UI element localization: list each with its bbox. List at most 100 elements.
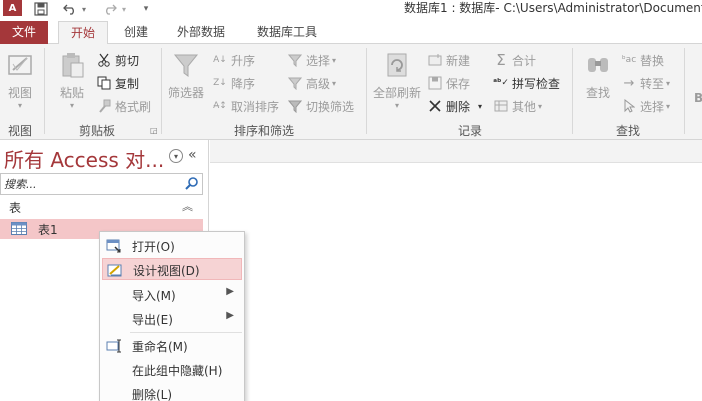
find-button[interactable]: 查找	[578, 48, 618, 101]
format-painter-icon	[96, 98, 112, 114]
redo-icon[interactable]	[102, 0, 118, 18]
format-painter-button[interactable]: 格式刷	[96, 96, 151, 116]
clipboard-dialog-launcher-icon[interactable]: ◲	[150, 126, 158, 135]
sort-ascending-label: 升序	[231, 53, 256, 68]
select-label: 选择	[640, 99, 665, 114]
context-menu-separator	[130, 332, 242, 333]
access-app-icon[interactable]: A	[3, 0, 22, 16]
goto-button[interactable]: → 转至 ▾	[621, 73, 670, 93]
tab-external-data[interactable]: 外部数据	[168, 21, 234, 44]
design-view-icon	[107, 264, 122, 277]
nav-pane-collapse-icon[interactable]: «	[188, 147, 197, 163]
undo-icon[interactable]	[62, 0, 78, 18]
toggle-filter-button[interactable]: 切换筛选	[287, 96, 354, 116]
refresh-all-button[interactable]: 全部刷新 ▾	[372, 48, 422, 110]
paste-button[interactable]: 粘贴 ▾	[52, 48, 92, 110]
more-dropdown-icon: ▾	[538, 101, 543, 111]
cut-button[interactable]: 剪切	[96, 50, 139, 70]
filter-button[interactable]: 筛选器	[166, 48, 206, 101]
save-record-button[interactable]: 保存	[427, 73, 470, 93]
filter-button-label: 筛选器	[167, 86, 204, 100]
scissors-icon	[96, 52, 112, 68]
save-icon[interactable]	[33, 0, 49, 18]
ribbon: 视图 ▾ 视图 粘贴 ▾ 剪切 复制 格式刷 剪贴板 ◲ 筛选器 A↓ 升序 Z…	[0, 44, 702, 140]
collapse-group-chevron-icon[interactable]: ︽	[182, 198, 193, 214]
context-menu-label: 导出(E)	[132, 313, 173, 327]
paste-dropdown-icon: ▾	[69, 101, 74, 110]
refresh-icon	[387, 53, 407, 77]
open-table-icon	[106, 239, 121, 253]
redo-dropdown-icon[interactable]: ▾	[120, 0, 128, 18]
group-separator	[44, 48, 45, 134]
selection-filter-dropdown-icon: ▾	[332, 55, 337, 65]
search-icon[interactable]	[184, 176, 200, 192]
new-record-icon	[427, 52, 443, 68]
binoculars-icon	[588, 58, 608, 72]
spelling-check-icon: ᵃᵇ✓	[493, 78, 509, 88]
nav-group-header-tables[interactable]: 表 ︽	[0, 198, 203, 216]
new-record-label: 新建	[446, 53, 471, 68]
group-label-records: 记录	[457, 124, 482, 138]
toggle-filter-label: 切换筛选	[306, 99, 355, 114]
view-button[interactable]: 视图 ▾	[0, 48, 40, 110]
sort-descending-button[interactable]: Z↓ 降序	[212, 73, 255, 93]
remove-sort-label: 取消排序	[231, 99, 280, 114]
more-records-button[interactable]: 其他 ▾	[493, 96, 542, 116]
nav-pane-menu-chevron-icon[interactable]: ▾	[169, 149, 183, 163]
group-separator	[684, 48, 685, 134]
title-bar: A ▾ ▾ ▾ 数据库1 : 数据库- C:\Users\Administrat…	[0, 0, 702, 18]
save-record-icon	[427, 75, 443, 91]
undo-dropdown-icon[interactable]: ▾	[80, 0, 88, 18]
design-view-icon	[8, 55, 32, 75]
customize-qat-icon[interactable]: ▾	[142, 0, 150, 18]
tab-database-tools[interactable]: 数据库工具	[248, 21, 326, 44]
group-label-sort-filter: 排序和筛选	[233, 124, 294, 138]
toggle-filter-icon	[287, 98, 303, 114]
more-records-label: 其他	[512, 99, 537, 114]
save-record-label: 保存	[446, 76, 471, 91]
advanced-filter-label: 高级	[306, 76, 331, 91]
replace-button[interactable]: ᵇac 替换	[621, 50, 664, 70]
context-menu-rename[interactable]: 重命名(M)	[102, 335, 242, 357]
tab-create[interactable]: 创建	[114, 21, 158, 44]
context-menu-design-view[interactable]: 设计视图(D)	[102, 258, 242, 280]
goto-dropdown-icon: ▾	[666, 78, 671, 88]
context-menu-label: 导入(M)	[132, 289, 176, 303]
select-button[interactable]: 选择 ▾	[621, 96, 670, 116]
cut-button-label: 剪切	[115, 53, 140, 68]
context-menu-open[interactable]: 打开(O)	[102, 235, 242, 257]
copy-button[interactable]: 复制	[96, 73, 139, 93]
group-label-views: 视图	[7, 124, 32, 138]
ribbon-tab-bar: 文件 开始 创建 外部数据 数据库工具	[0, 18, 702, 45]
tab-file[interactable]: 文件	[0, 21, 48, 44]
nav-group-header-label: 表	[9, 201, 22, 215]
remove-sort-button[interactable]: A̶↕ 取消排序	[212, 96, 279, 116]
document-tab-strip	[210, 140, 702, 163]
context-menu-hide-in-group[interactable]: 在此组中隐藏(H)	[102, 359, 242, 381]
view-button-label: 视图	[7, 86, 32, 100]
tab-home[interactable]: 开始	[58, 21, 108, 45]
delete-record-button[interactable]: 删除 ▾	[427, 96, 482, 116]
selection-filter-button[interactable]: 选择 ▾	[287, 50, 336, 70]
rename-icon	[106, 339, 121, 353]
group-separator	[161, 48, 162, 134]
nav-search-input[interactable]	[4, 176, 179, 192]
context-menu-label: 打开(O)	[132, 240, 175, 254]
refresh-dropdown-icon: ▾	[394, 101, 399, 110]
context-menu-export[interactable]: 导出(E) ▶	[102, 308, 242, 330]
nav-item-label: 表1	[38, 223, 58, 237]
replace-label: 替换	[640, 53, 665, 68]
context-menu-delete[interactable]: 删除(L)	[102, 383, 242, 401]
spelling-label: 拼写检查	[512, 76, 561, 91]
sort-ascending-button[interactable]: A↓ 升序	[212, 50, 255, 70]
nav-search-box	[0, 173, 203, 195]
selection-filter-label: 选择	[306, 53, 331, 68]
nav-pane-title[interactable]: 所有 Access 对...	[4, 144, 164, 173]
context-menu-label: 重命名(M)	[132, 340, 188, 354]
spelling-button[interactable]: ᵃᵇ✓ 拼写检查	[493, 73, 560, 93]
new-record-button[interactable]: 新建	[427, 50, 470, 70]
context-menu-import[interactable]: 导入(M) ▶	[102, 284, 242, 306]
advanced-filter-button[interactable]: 高级 ▾	[287, 73, 336, 93]
totals-button[interactable]: Σ 合计	[493, 50, 536, 70]
find-button-label: 查找	[585, 86, 610, 100]
